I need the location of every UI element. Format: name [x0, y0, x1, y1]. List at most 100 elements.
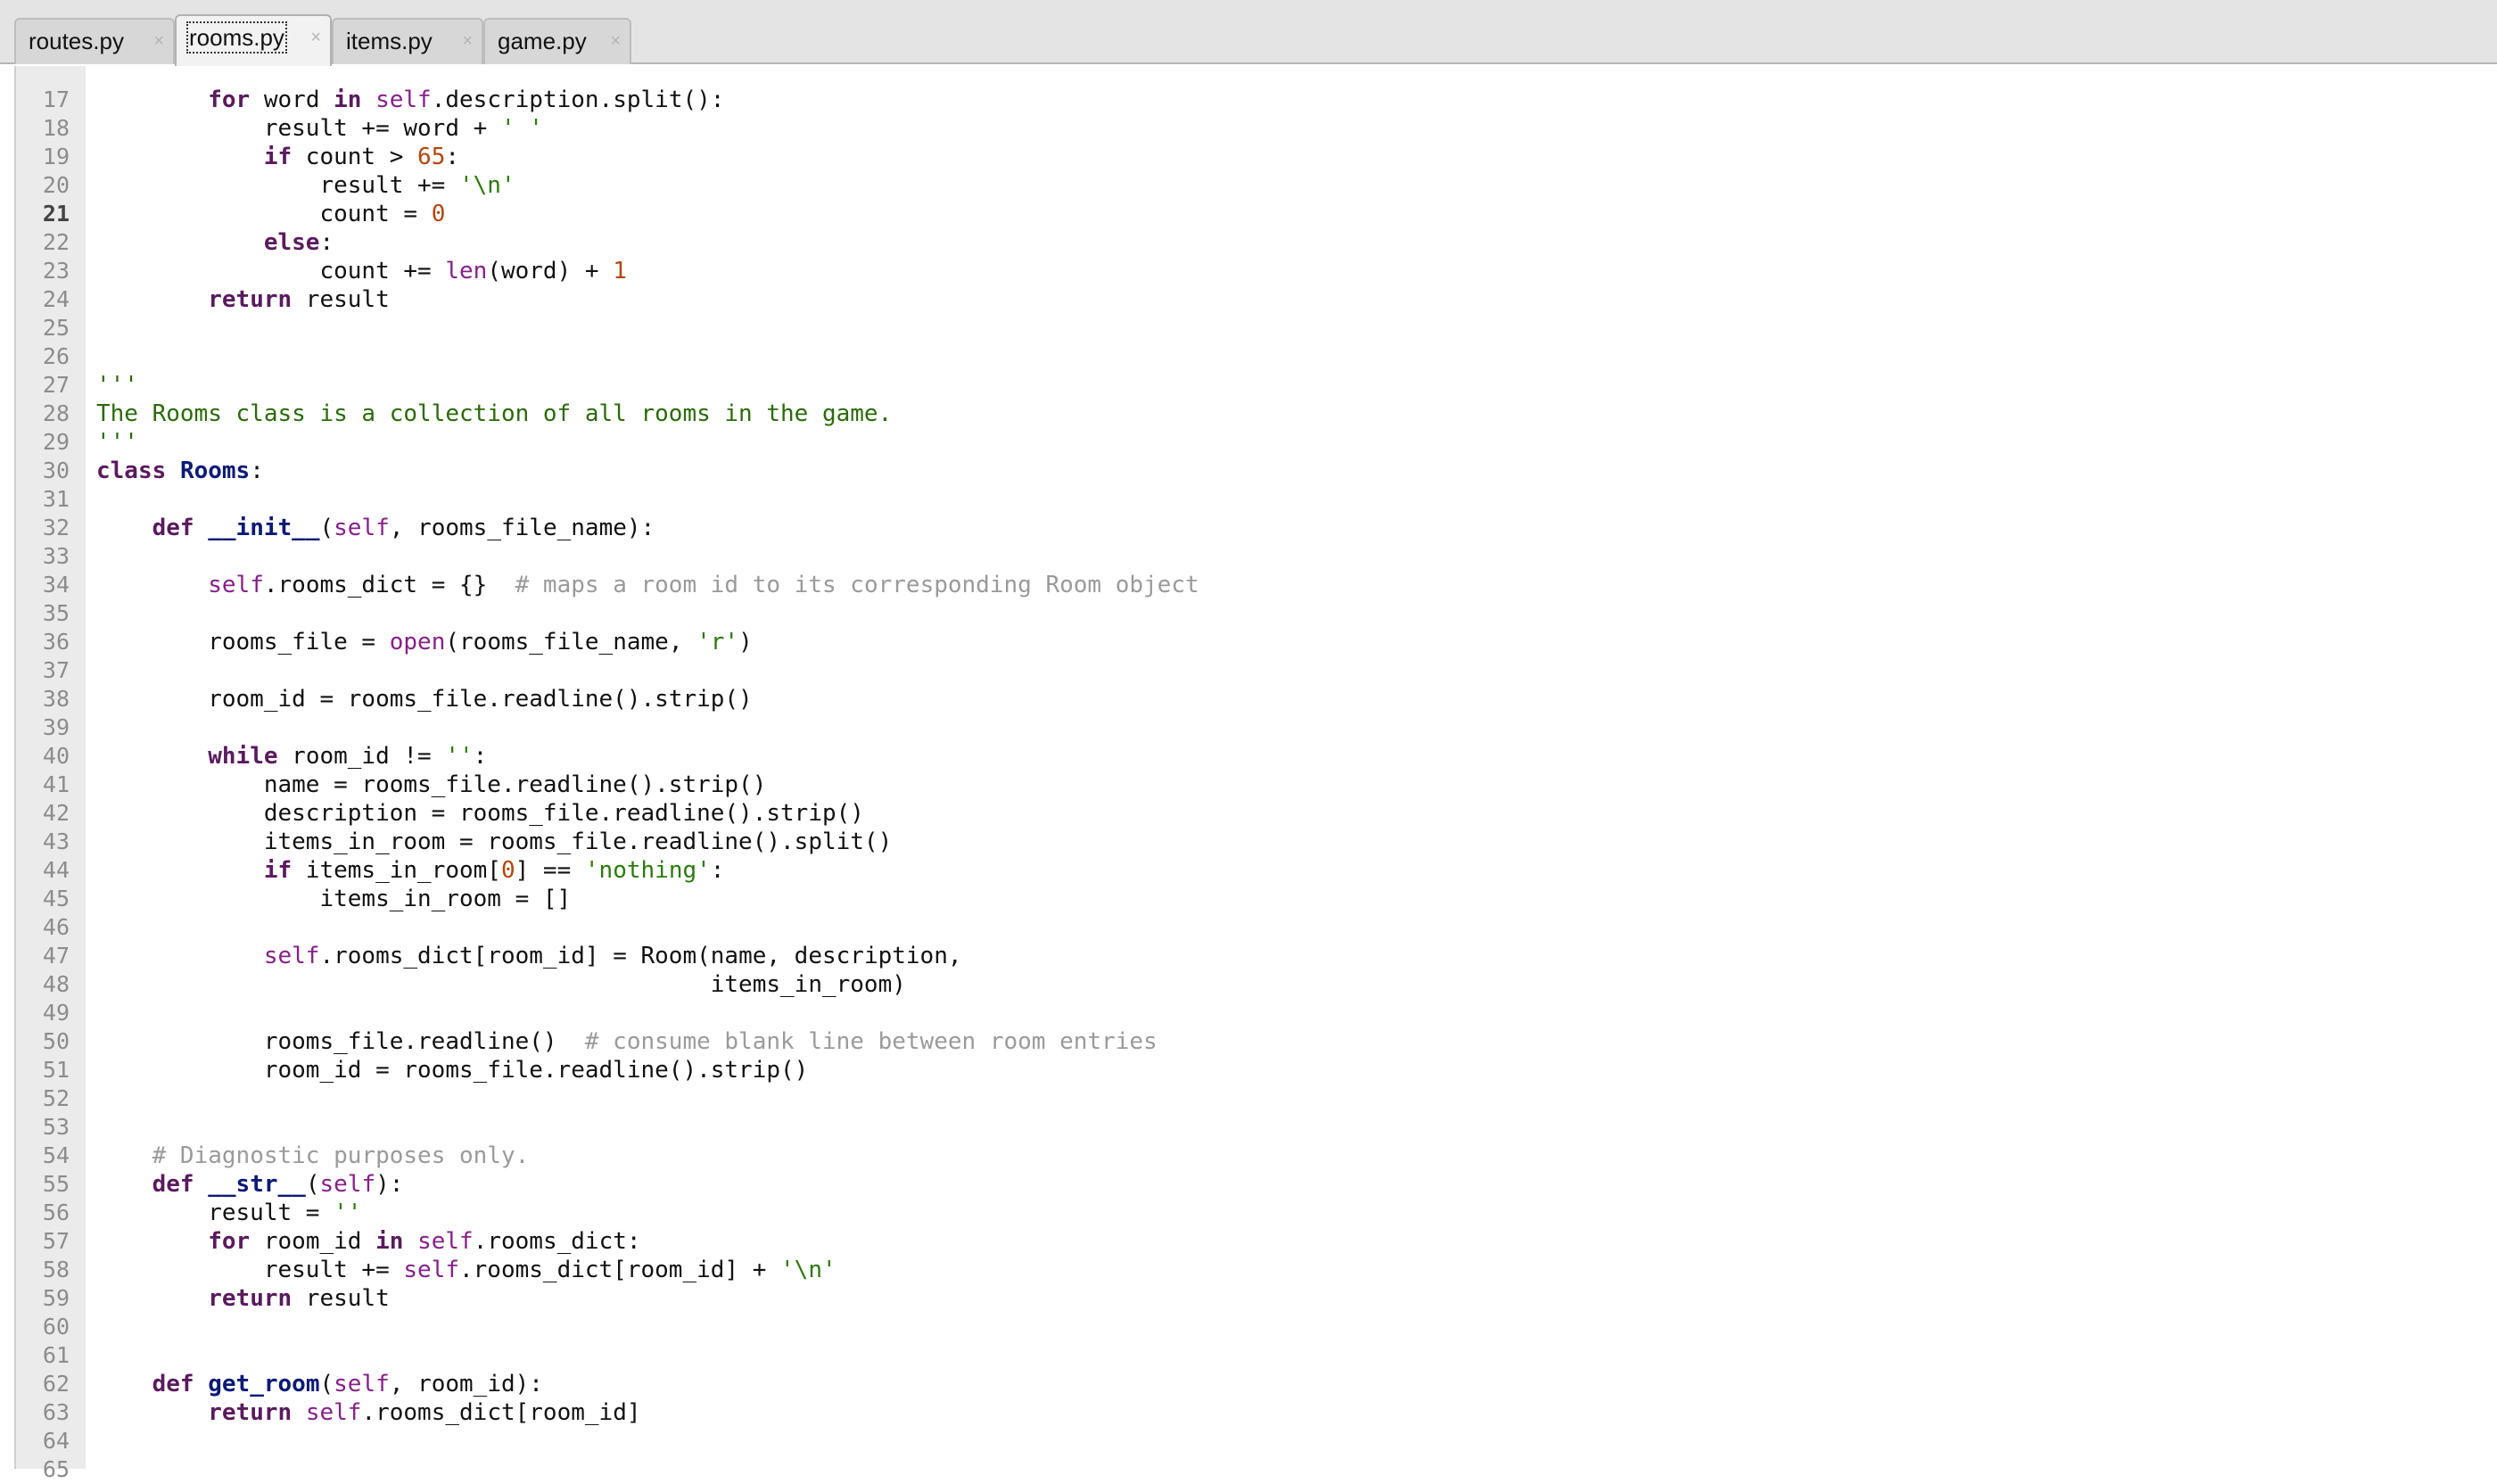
code-token: ''': [96, 429, 138, 456]
code-line[interactable]: result += self.rooms_dict[room_id] + '\n…: [96, 1256, 836, 1284]
line-number: 34: [42, 572, 70, 598]
code-line[interactable]: room_id = rooms_file.readline().strip(): [96, 685, 753, 713]
code-line[interactable]: ''': [96, 428, 138, 457]
code-token: for: [208, 1228, 251, 1255]
code-token: ''': [96, 372, 138, 399]
code-line[interactable]: room_id = rooms_file.readline().strip(): [96, 1056, 809, 1084]
code-token: if: [263, 144, 293, 170]
code-line[interactable]: else:: [96, 228, 334, 257]
code-token: 'r': [696, 629, 739, 655]
code-line[interactable]: rooms_file.readline() # consume blank li…: [96, 1027, 1158, 1056]
line-number: 27: [42, 372, 70, 398]
code-token: (: [305, 1171, 320, 1198]
line-number: 44: [42, 857, 70, 883]
code-token: :: [319, 229, 334, 256]
code-line[interactable]: name = rooms_file.readline().strip(): [96, 771, 767, 799]
tab-rooms[interactable]: rooms.py ×: [175, 14, 332, 66]
code-line[interactable]: for word in self.description.split():: [96, 86, 724, 114]
code-line[interactable]: count += len(word) + 1: [96, 257, 626, 285]
code-line[interactable]: return result: [96, 285, 390, 314]
tab-label: rooms.py: [186, 21, 287, 54]
line-number: 61: [42, 1342, 70, 1368]
line-number: 57: [42, 1228, 70, 1254]
close-icon[interactable]: ×: [462, 20, 473, 62]
code-line[interactable]: return result: [96, 1284, 390, 1313]
code-line[interactable]: def __init__(self, rooms_file_name):: [96, 514, 655, 542]
close-icon[interactable]: ×: [310, 16, 321, 59]
code-token: The Rooms class is a collection of all r…: [96, 400, 893, 427]
line-number: 39: [42, 714, 70, 740]
close-icon[interactable]: ×: [153, 20, 164, 62]
code-token: self: [334, 1371, 390, 1397]
line-number: 49: [42, 1000, 70, 1026]
code-line[interactable]: self.rooms_dict[room_id] = Room(name, de…: [96, 942, 962, 970]
code-line[interactable]: def __str__(self):: [96, 1170, 404, 1199]
code-line[interactable]: items_in_room = []: [96, 885, 571, 913]
code-line[interactable]: for room_id in self.rooms_dict:: [96, 1227, 641, 1256]
code-line[interactable]: result = '': [96, 1199, 361, 1227]
code-line[interactable]: if count > 65:: [96, 143, 459, 171]
code-line[interactable]: if items_in_room[0] == 'nothing':: [96, 856, 725, 885]
code-line[interactable]: class Rooms:: [96, 457, 264, 485]
line-number: 24: [42, 286, 70, 312]
code-token: __init__: [208, 515, 320, 541]
code-token: room_id !=: [277, 743, 446, 770]
code-token: count >: [292, 144, 418, 170]
code-line[interactable]: items_in_room): [96, 970, 906, 999]
line-number: 48: [42, 971, 70, 997]
code-token: else: [263, 229, 320, 256]
code-token: count +=: [96, 258, 446, 284]
code-token: in: [334, 87, 362, 113]
line-number: 56: [42, 1200, 70, 1225]
code-editor[interactable]: for word in self.description.split(): re…: [96, 66, 2486, 1469]
tab-routes[interactable]: routes.py ×: [14, 18, 175, 64]
code-token: self: [417, 1228, 474, 1255]
code-token: :: [473, 743, 488, 770]
line-number: 25: [42, 315, 70, 341]
code-token: .rooms_dict:: [473, 1228, 641, 1255]
code-line[interactable]: result += word + ' ': [96, 114, 543, 143]
code-token: '\n': [780, 1257, 836, 1283]
code-line[interactable]: return self.rooms_dict[room_id]: [96, 1398, 640, 1427]
code-line[interactable]: # Diagnostic purposes only.: [96, 1142, 530, 1170]
tab-label: routes.py: [29, 28, 124, 54]
line-number: 64: [42, 1428, 70, 1454]
code-token: self: [208, 572, 264, 598]
code-token: def: [152, 515, 194, 541]
code-line[interactable]: description = rooms_file.readline().stri…: [96, 799, 864, 828]
tab-label: items.py: [346, 28, 433, 54]
code-line[interactable]: count = 0: [96, 200, 445, 228]
code-line[interactable]: def get_room(self, room_id):: [96, 1370, 543, 1398]
code-token: description = rooms_file.readline().stri…: [96, 800, 864, 827]
tab-game[interactable]: game.py ×: [483, 18, 631, 64]
close-icon[interactable]: ×: [610, 20, 621, 62]
code-line[interactable]: self.rooms_dict = {} # maps a room id to…: [96, 571, 1199, 599]
code-line[interactable]: ''': [96, 371, 138, 400]
code-token: result =: [96, 1200, 334, 1226]
code-token: get_room: [208, 1371, 320, 1397]
code-line[interactable]: rooms_file = open(rooms_file_name, 'r'): [96, 628, 753, 656]
code-token: return: [208, 1285, 293, 1312]
code-line[interactable]: result += '\n': [96, 171, 515, 200]
code-line[interactable]: items_in_room = rooms_file.readline().sp…: [96, 828, 892, 856]
code-line[interactable]: while room_id != '':: [96, 742, 487, 771]
code-token: self: [403, 1257, 459, 1283]
code-token: return: [208, 1399, 293, 1426]
line-number: 21: [42, 201, 70, 227]
code-token: self: [319, 1171, 376, 1198]
line-number: 62: [42, 1371, 70, 1397]
line-number: 41: [42, 771, 70, 797]
line-number: 28: [42, 400, 70, 426]
code-line[interactable]: The Rooms class is a collection of all r…: [96, 400, 892, 428]
tab-items[interactable]: items.py ×: [332, 18, 483, 64]
